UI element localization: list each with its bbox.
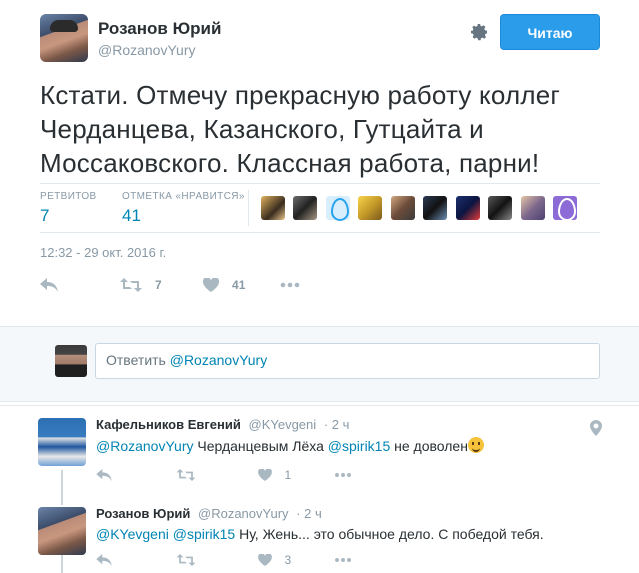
liker-avatar[interactable] bbox=[455, 196, 480, 220]
author-avatar[interactable] bbox=[40, 14, 88, 62]
tweet-header: Розанов Юрий @RozanovYury Читаю bbox=[0, 0, 639, 70]
reply-icon[interactable] bbox=[96, 468, 112, 486]
like-button[interactable]: 3 bbox=[258, 553, 291, 571]
reply-mention[interactable]: @spirik15 bbox=[173, 526, 235, 542]
reply-input-prefix: Ответить bbox=[106, 352, 166, 368]
likes-stat[interactable]: ОТМЕТКА «НРАВИТСЯ» 41 bbox=[122, 191, 245, 226]
reply-input-mention: @RozanovYury bbox=[169, 352, 268, 368]
retweet-button[interactable]: 7 bbox=[120, 276, 162, 297]
likers-avatars bbox=[261, 196, 581, 221]
heart-icon bbox=[202, 277, 220, 292]
reply-tweet[interactable]: Кафельников Евгений @KYevgeni · 2 ч @Roz… bbox=[0, 405, 639, 496]
egg-avatar-icon[interactable] bbox=[325, 196, 350, 221]
tweet-actions: 7 41 bbox=[40, 276, 340, 296]
reply-actions: 1 bbox=[96, 468, 356, 486]
retweet-icon[interactable] bbox=[176, 553, 196, 571]
reply-text-part: Ну, Жень... это обычное дело. С победой … bbox=[235, 526, 544, 542]
retweet-icon bbox=[120, 278, 142, 292]
more-icon[interactable] bbox=[280, 276, 300, 297]
retweet-count: 7 bbox=[155, 278, 162, 292]
grinning-emoji-icon bbox=[467, 437, 484, 453]
reply-avatar[interactable] bbox=[38, 418, 86, 466]
liker-avatar[interactable] bbox=[261, 196, 285, 220]
reply-avatar[interactable] bbox=[38, 507, 86, 555]
location-pin-icon bbox=[590, 420, 602, 436]
retweet-icon[interactable] bbox=[176, 468, 196, 486]
reply-icon[interactable] bbox=[96, 553, 112, 571]
liker-avatar[interactable] bbox=[423, 196, 448, 220]
reply-input[interactable]: Ответить @RozanovYury bbox=[95, 343, 600, 379]
reply-text: @KYevgeni @spirik15 Ну, Жень... это обыч… bbox=[96, 526, 544, 542]
current-user-avatar bbox=[55, 345, 87, 377]
thread-line bbox=[61, 470, 63, 496]
gear-icon[interactable] bbox=[468, 22, 490, 44]
reply-mention[interactable]: @spirik15 bbox=[328, 438, 390, 454]
reply-tweet[interactable]: Розанов Юрий @RozanovYury · 2 ч @KYevgen… bbox=[0, 495, 639, 573]
retweets-stat[interactable]: РЕТВИТОВ 7 bbox=[40, 191, 97, 226]
reply-text-part: не доволен bbox=[390, 438, 468, 454]
egg-avatar-icon[interactable] bbox=[553, 196, 578, 221]
like-count: 41 bbox=[232, 278, 246, 292]
like-count: 1 bbox=[284, 468, 292, 482]
reply-author-name[interactable]: Розанов Юрий bbox=[96, 506, 190, 521]
more-icon[interactable] bbox=[334, 553, 352, 571]
reply-time[interactable]: · 2 ч bbox=[324, 417, 350, 432]
likes-label: ОТМЕТКА «НРАВИТСЯ» bbox=[122, 191, 245, 202]
tweet-stats: РЕТВИТОВ 7 ОТМЕТКА «НРАВИТСЯ» 41 bbox=[40, 183, 600, 233]
retweets-label: РЕТВИТОВ bbox=[40, 191, 97, 202]
thread-line bbox=[61, 553, 63, 573]
reply-header: Кафельников Евгений @KYevgeni · 2 ч bbox=[96, 417, 349, 432]
reply-mention[interactable]: @KYevgeni bbox=[96, 526, 169, 542]
retweets-value: 7 bbox=[40, 206, 50, 225]
tweet-timestamp[interactable]: 12:32 - 29 окт. 2016 г. bbox=[40, 245, 166, 260]
reply-text: @RozanovYury Черданцевым Лёха @spirik15 … bbox=[96, 437, 484, 454]
reply-actions: 3 bbox=[96, 553, 356, 571]
reply-author-handle[interactable]: @RozanovYury bbox=[198, 506, 289, 521]
reply-header: Розанов Юрий @RozanovYury · 2 ч bbox=[96, 506, 322, 521]
liker-avatar[interactable] bbox=[520, 196, 545, 220]
liker-avatar[interactable] bbox=[358, 196, 383, 220]
author-handle[interactable]: @RozanovYury bbox=[98, 42, 195, 58]
like-button[interactable]: 41 bbox=[202, 276, 246, 297]
reply-composer: Ответить @RozanovYury bbox=[0, 326, 639, 402]
like-count: 3 bbox=[284, 553, 292, 567]
liker-avatar[interactable] bbox=[293, 196, 318, 220]
reply-text-part: Черданцевым Лёха bbox=[193, 438, 328, 454]
reply-author-handle[interactable]: @KYevgeni bbox=[249, 417, 317, 432]
heart-icon bbox=[258, 468, 272, 481]
reply-icon[interactable] bbox=[40, 276, 58, 297]
heart-icon bbox=[258, 553, 272, 566]
author-name[interactable]: Розанов Юрий bbox=[98, 19, 221, 39]
follow-button[interactable]: Читаю bbox=[500, 14, 600, 50]
liker-avatar[interactable] bbox=[488, 196, 513, 220]
likes-value: 41 bbox=[122, 206, 141, 225]
like-button[interactable]: 1 bbox=[258, 468, 291, 486]
more-icon[interactable] bbox=[334, 468, 352, 486]
stats-divider bbox=[248, 190, 249, 226]
liker-avatar[interactable] bbox=[390, 196, 415, 220]
tweet-text: Кстати. Отмечу прекрасную работу коллег … bbox=[40, 80, 561, 178]
reply-time[interactable]: · 2 ч bbox=[296, 506, 322, 521]
reply-author-name[interactable]: Кафельников Евгений bbox=[96, 417, 241, 432]
thread-line bbox=[61, 495, 63, 505]
reply-mention[interactable]: @RozanovYury bbox=[96, 438, 193, 454]
